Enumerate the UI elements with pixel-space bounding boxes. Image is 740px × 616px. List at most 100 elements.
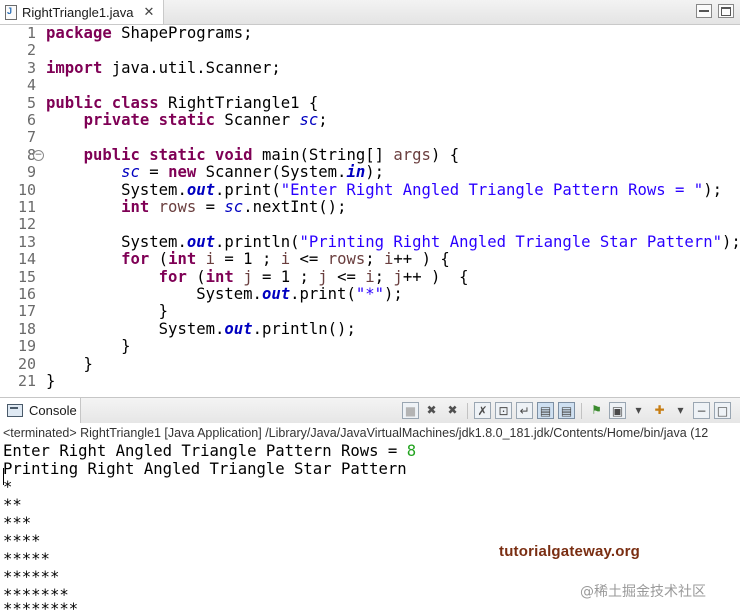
code-text: (: [149, 250, 169, 269]
code-text: }: [46, 337, 131, 356]
string-literal: "Printing Right Angled Triangle Star Pat…: [299, 232, 722, 251]
code-text: System.: [121, 180, 187, 199]
open-console-icon[interactable]: ✚: [651, 402, 668, 419]
toolbar-separator: [467, 402, 468, 419]
code-text: = 1 ;: [252, 267, 319, 286]
fold-collapse-icon[interactable]: −: [33, 149, 44, 161]
keyword: for: [121, 250, 150, 269]
display-console-icon[interactable]: ▣: [609, 402, 626, 419]
code-line: 2: [0, 42, 740, 59]
keyword: int: [121, 198, 150, 216]
console-output-line: **: [3, 495, 22, 514]
line-number: 12: [17, 215, 36, 234]
local-variable: i: [365, 267, 375, 286]
terminate-icon[interactable]: ■: [402, 402, 419, 419]
user-input: 8: [406, 442, 417, 460]
line-number: 9: [26, 163, 36, 182]
minimize-icon[interactable]: −: [693, 402, 710, 419]
code-text: = 1 ;: [215, 250, 281, 269]
parameter-name: args: [393, 145, 431, 164]
code-line: 19 }: [0, 338, 740, 355]
field-name: sc: [121, 163, 140, 182]
console-output-line: ********: [3, 600, 79, 616]
close-tab-icon[interactable]: ✕: [144, 4, 155, 20]
code-text: ;: [318, 111, 328, 129]
console-output-line: ***: [3, 513, 32, 532]
remove-launch-icon[interactable]: ✖: [423, 402, 440, 419]
code-line: 7: [0, 129, 740, 146]
code-text: (: [186, 267, 206, 286]
code-text: .println();: [252, 319, 356, 338]
local-variable: rows: [327, 250, 366, 269]
maximize-icon[interactable]: □: [714, 402, 731, 419]
code-line: 20 }: [0, 354, 740, 373]
remove-all-terminated-icon[interactable]: ✖: [444, 402, 461, 419]
code-line: 3 import java.util.Scanner;: [0, 58, 740, 77]
code-line: 9 sc = new Scanner(System.in);: [0, 164, 740, 181]
line-number: 17: [17, 302, 36, 321]
code-line: 13 System.out.println("Printing Right An…: [0, 232, 740, 251]
minimize-icon[interactable]: [696, 4, 712, 18]
local-variable: j: [318, 267, 328, 286]
code-line: 21 }: [0, 373, 740, 390]
console-output-line: ****: [3, 531, 41, 550]
code-text: .nextInt();: [243, 198, 347, 216]
code-editor[interactable]: 1 package ShapePrograms; 2 3 import java…: [0, 25, 740, 393]
juejin-watermark: @稀土掘金技术社区: [580, 584, 706, 600]
code-text: =: [139, 163, 169, 182]
line-number: 19: [17, 337, 36, 356]
code-text: =: [196, 198, 225, 216]
line-number: 10: [17, 180, 36, 199]
code-text: ;: [365, 250, 385, 269]
console-tab[interactable]: Console: [0, 398, 81, 423]
pin-console-icon[interactable]: ⚑: [588, 402, 605, 419]
code-line: 10 System.out.print("Enter Right Angled …: [0, 180, 740, 199]
code-text: System.: [121, 232, 187, 251]
code-text: ++ ) {: [402, 267, 469, 286]
console-output-line: Printing Right Angled Triangle Star Patt…: [3, 459, 407, 478]
code-text: .print(: [290, 285, 356, 303]
clear-console-icon[interactable]: ✗: [474, 402, 491, 419]
code-line: 12: [0, 216, 740, 233]
local-variable: i: [280, 250, 291, 269]
code-line: 15 for (int j = 1 ; j <= i; j++ ) {: [0, 267, 740, 286]
line-number: 4: [26, 76, 36, 95]
toolbar-separator: [581, 402, 582, 419]
code-text: <=: [290, 250, 328, 269]
code-line: 11 int rows = sc.nextInt();: [0, 199, 740, 216]
keyword: new: [168, 163, 197, 182]
maximize-icon[interactable]: [718, 4, 734, 18]
scroll-lock-icon[interactable]: ⊡: [495, 402, 512, 419]
line-number: 20: [17, 354, 36, 373]
editor-window-controls: [696, 4, 734, 18]
console-output-line: *****: [3, 549, 50, 568]
static-field-name: out: [186, 232, 215, 251]
code-text: ++ ) {: [393, 250, 450, 269]
code-line: 17 }: [0, 303, 740, 320]
line-number: 18: [17, 319, 36, 338]
keyword: public static void: [83, 145, 253, 164]
keyword: public class: [46, 93, 159, 112]
word-wrap-icon[interactable]: ↵: [516, 402, 533, 419]
editor-tab-righttriangle1[interactable]: J RightTriangle1.java ✕: [0, 0, 164, 24]
console-output-line: Enter Right Angled Triangle Pattern Rows…: [3, 443, 416, 460]
editor-tab-bar: J RightTriangle1.java ✕: [0, 0, 740, 25]
show-on-stderr-icon[interactable]: ▤: [558, 402, 575, 419]
chevron-down-icon[interactable]: ▾: [630, 402, 647, 419]
code-text: .println(: [215, 232, 300, 251]
console-tab-label: Console: [29, 403, 77, 418]
chevron-down-icon[interactable]: ▾: [672, 402, 689, 419]
show-on-stdout-icon[interactable]: ▤: [537, 402, 554, 419]
keyword: int: [168, 250, 197, 269]
code-text: java.util.Scanner;: [102, 58, 281, 77]
editor-tab-title: RightTriangle1.java: [22, 4, 134, 20]
line-number: 3: [26, 58, 36, 77]
